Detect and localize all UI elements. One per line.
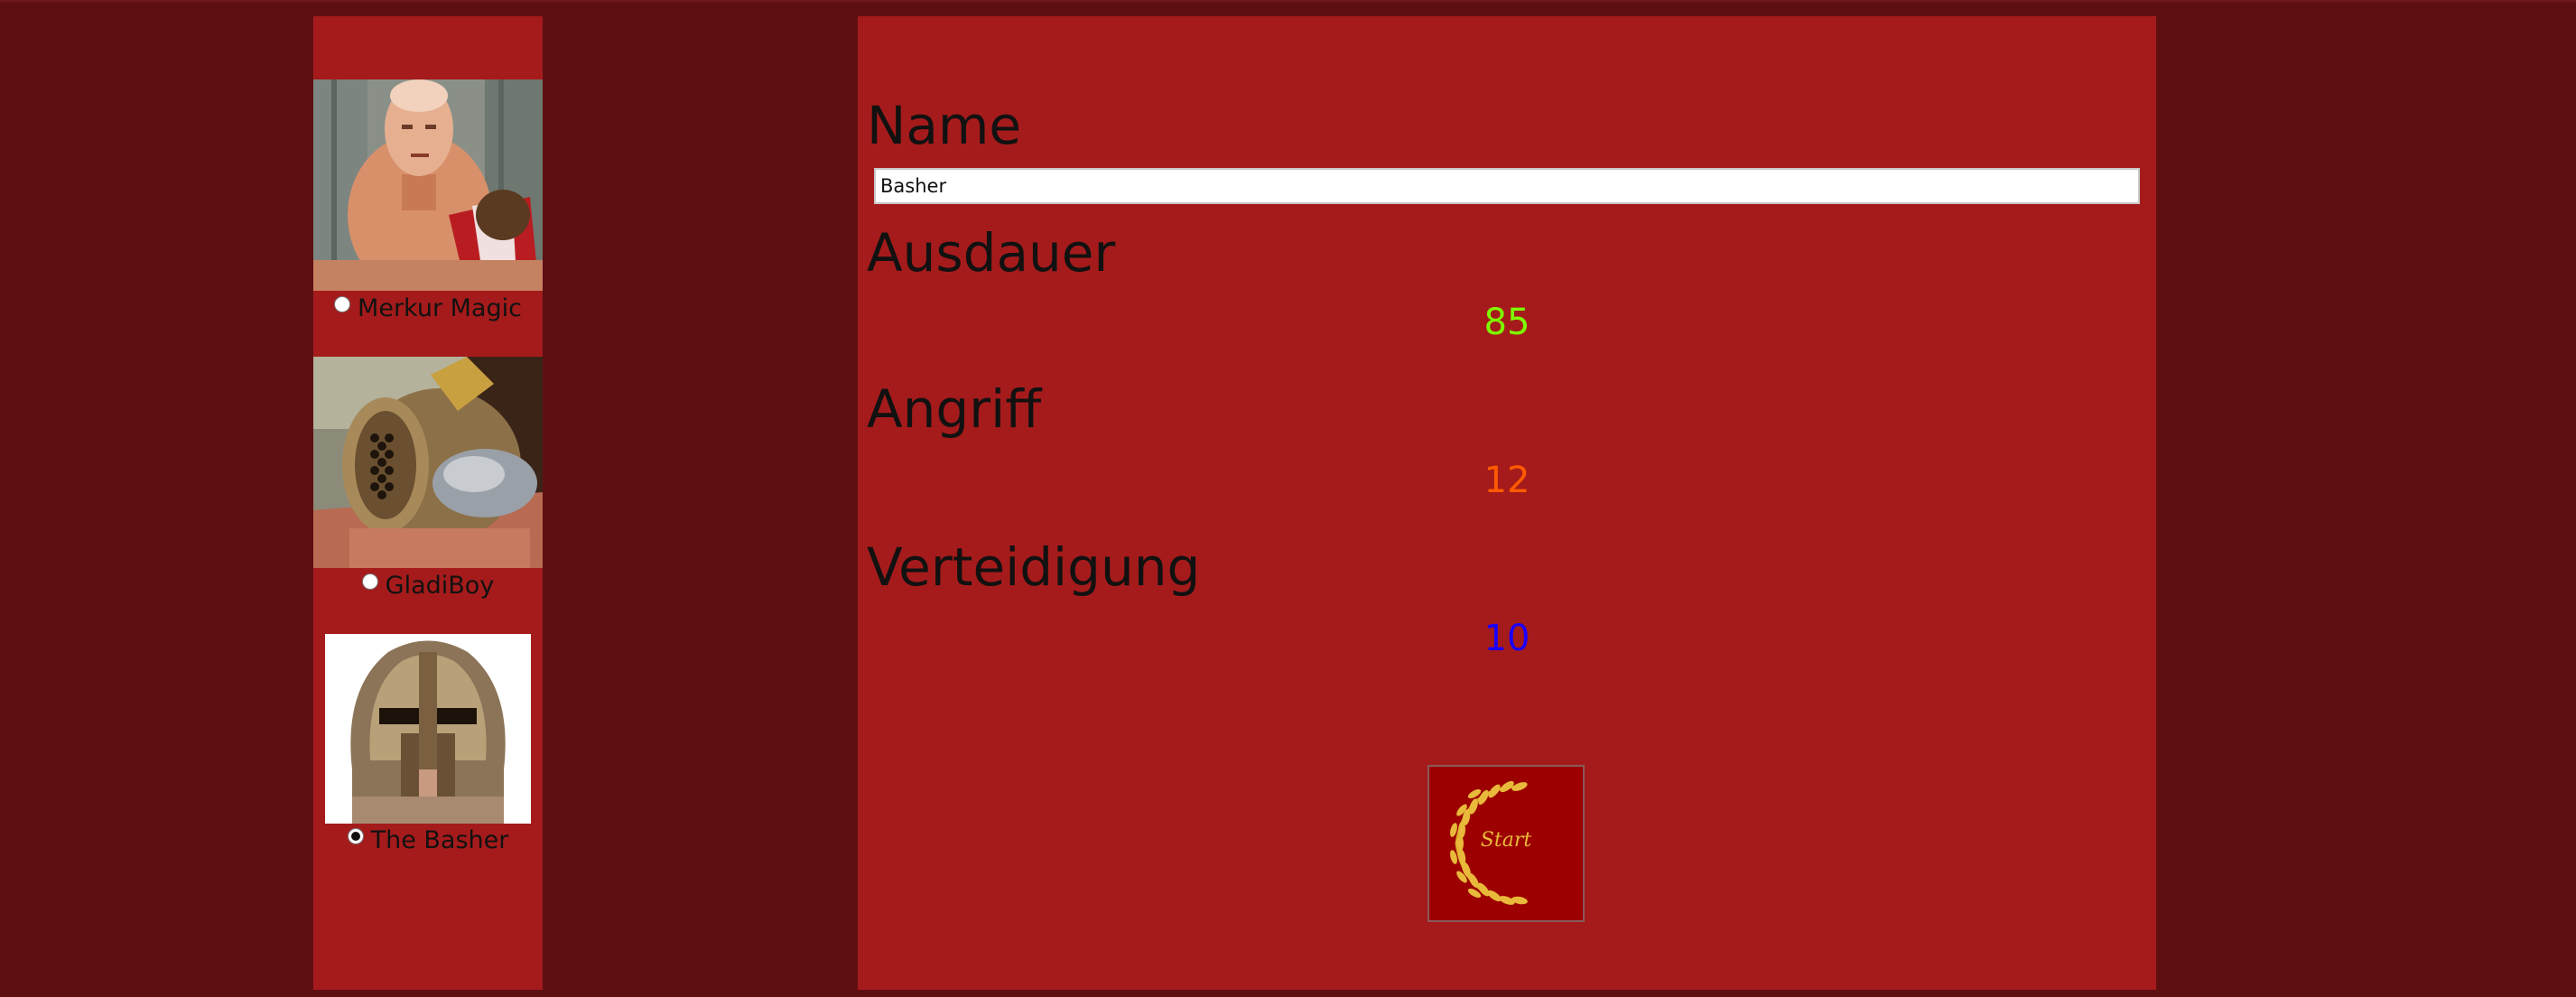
- start-button[interactable]: Start: [1427, 765, 1585, 922]
- fighter-selection-sidebar: Merkur Magic GladiBoy The Basher: [313, 16, 543, 990]
- bald-gladiator-portrait[interactable]: [313, 79, 543, 291]
- app-window: Merkur Magic GladiBoy The Basher Name Ba…: [0, 0, 2576, 997]
- fighter-radio-row[interactable]: GladiBoy: [313, 570, 543, 601]
- fighter-name-label[interactable]: GladiBoy: [386, 572, 495, 600]
- start-label[interactable]: Start: [1429, 829, 1583, 852]
- radio-button[interactable]: [334, 296, 351, 312]
- verteidigung-heading: Verteidigung: [867, 536, 1201, 598]
- radio-button[interactable]: [361, 573, 378, 590]
- spartan-helmet-portrait[interactable]: [325, 634, 531, 824]
- ausdauer-value: 85: [1483, 302, 1530, 343]
- top-border: [0, 0, 2576, 2]
- fighter-radio-row[interactable]: The Basher: [313, 825, 543, 855]
- angriff-value: 12: [1483, 460, 1530, 501]
- fighter-detail-panel: Name Ausdauer 85 Angriff 12 Verteidigung…: [858, 16, 2156, 990]
- radio-button-selected[interactable]: [347, 828, 364, 844]
- fighter-radio-row[interactable]: Merkur Magic: [313, 293, 543, 323]
- name-heading: Name: [867, 95, 1022, 156]
- verteidigung-value: 10: [1483, 618, 1530, 659]
- gladiator-helmet-portrait[interactable]: [313, 357, 543, 568]
- angriff-heading: Angriff: [867, 378, 1042, 440]
- name-input[interactable]: [874, 168, 2140, 204]
- fighter-name-label[interactable]: The Basher: [371, 826, 509, 854]
- fighter-name-label[interactable]: Merkur Magic: [358, 294, 522, 322]
- ausdauer-heading: Ausdauer: [867, 222, 1116, 284]
